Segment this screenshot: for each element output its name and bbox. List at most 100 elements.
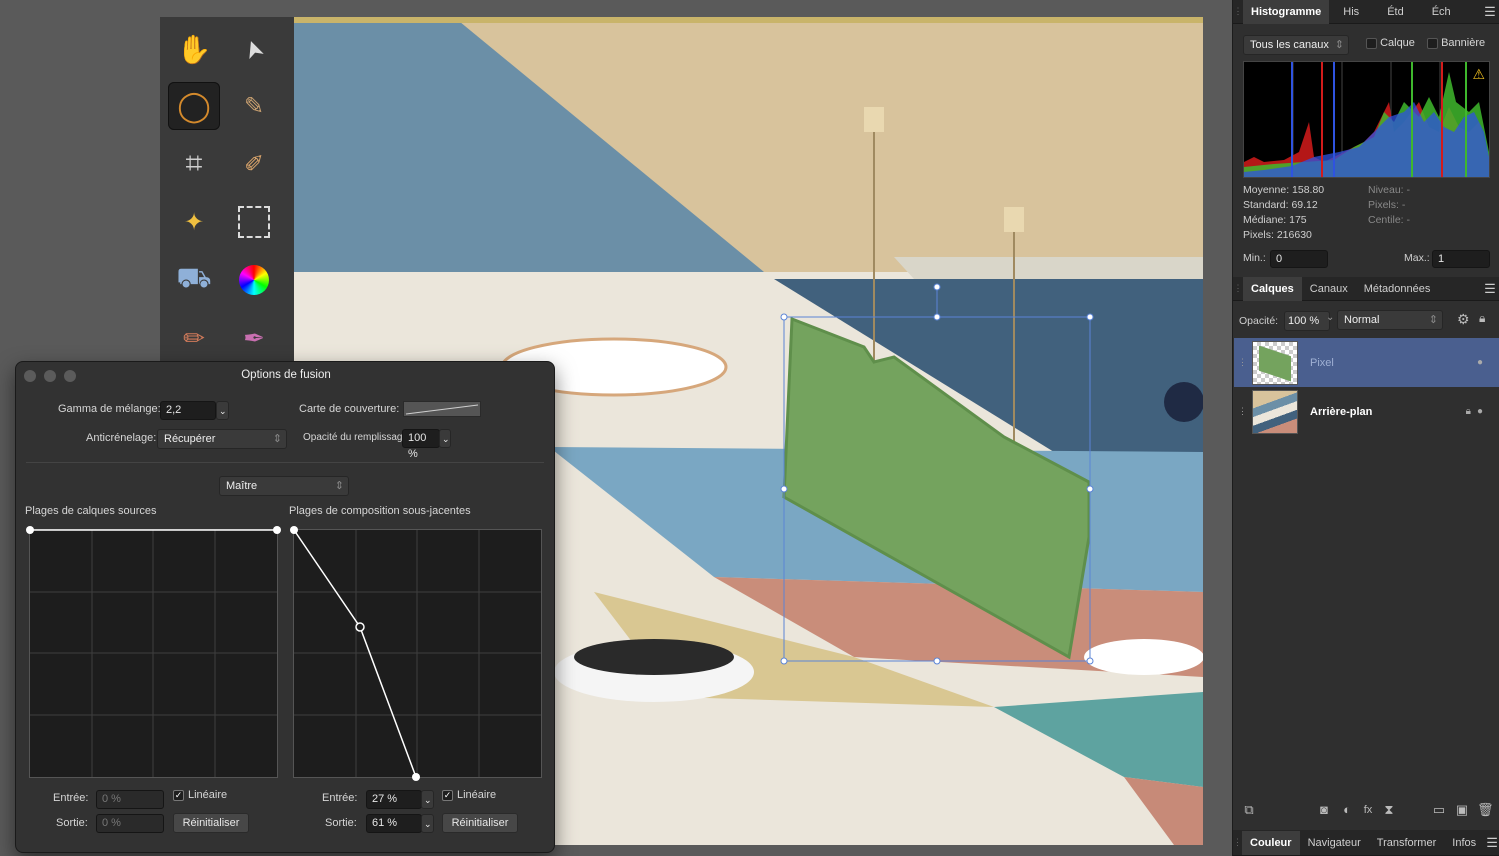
tab-color[interactable]: Couleur (1242, 830, 1300, 855)
layer-name[interactable]: Pixel (1310, 357, 1334, 369)
brush-tool[interactable]: ✏ (168, 314, 220, 362)
min-input[interactable]: 0 (1270, 250, 1328, 268)
tab-navigator[interactable]: Navigateur (1300, 831, 1369, 855)
gamma-input[interactable]: 2,2 (160, 401, 216, 420)
hourglass-icon[interactable]: ⧗ (1381, 802, 1397, 818)
visibility-dot-icon[interactable]: ● (1477, 357, 1483, 368)
right-reset-button[interactable]: Réinitialiser (442, 813, 518, 833)
paint-brush-icon: ✐ (243, 150, 265, 178)
tab-transform[interactable]: Transformer (1369, 831, 1445, 855)
marquee-tool[interactable] (228, 198, 280, 246)
tab-ech[interactable]: Éch (1418, 0, 1465, 24)
tab-metadata[interactable]: Métadonnées (1356, 277, 1439, 301)
underlying-ranges-label: Plages de composition sous-jacentes (289, 505, 471, 517)
left-linear-checkbox[interactable]: ✓ (173, 790, 184, 801)
curve-node[interactable] (412, 773, 420, 781)
fill-opacity-input[interactable]: 100 % (402, 429, 440, 460)
panel-menu-icon[interactable]: ☰ (1484, 835, 1499, 851)
tab-layers[interactable]: Calques (1243, 276, 1302, 301)
right-linear-checkbox[interactable]: ✓ (442, 790, 453, 801)
stat-pixels: Pixels: 216630 (1243, 229, 1312, 241)
underlying-ranges-graph[interactable] (290, 526, 542, 781)
selection-brush-icon: ✒ (243, 322, 265, 353)
coverage-map-button[interactable] (403, 401, 481, 417)
hand-tool-icon: ✋ (176, 33, 212, 65)
grip-icon[interactable]: ⋮ (1233, 831, 1242, 855)
magic-wand-icon: ✦ (183, 208, 205, 236)
mask-icon[interactable]: ◙ (1316, 802, 1332, 818)
layers-stack-icon[interactable]: ⧉ (1241, 802, 1257, 818)
lasso-tool[interactable]: ◯ (168, 82, 220, 130)
left-linear-label: Linéaire (188, 789, 228, 801)
gamma-dropdown[interactable]: ⌄ (216, 401, 229, 420)
channel-dropdown[interactable]: Tous les canaux ⇕ (1243, 35, 1349, 55)
curve-node[interactable] (26, 526, 34, 534)
selection-brush-tool[interactable]: ✒ (228, 314, 280, 362)
right-input-dropdown[interactable]: ⌄ (421, 790, 434, 809)
curve-node[interactable] (273, 526, 281, 534)
layer-checkbox[interactable]: Calque (1366, 37, 1415, 49)
banner-checkbox[interactable]: Bannière (1427, 37, 1485, 49)
panel-menu-icon[interactable]: ☰ (1480, 281, 1499, 297)
source-ranges-graph[interactable] (26, 526, 281, 778)
layer-name[interactable]: Arrière-plan (1310, 406, 1372, 418)
folder-icon[interactable]: ▭ (1431, 802, 1447, 818)
chevron-down-icon[interactable]: ⌄ (1326, 312, 1334, 323)
antialias-dropdown[interactable]: Récupérer ⇕ (157, 429, 287, 449)
divider (26, 462, 544, 463)
curve-node-selected[interactable] (355, 622, 365, 632)
crop-tool[interactable]: ⌗ (168, 140, 220, 188)
crop-tool-icon: ⌗ (185, 147, 203, 180)
opacity-label: Opacité: (1239, 315, 1279, 327)
add-layer-icon[interactable]: ▣ (1454, 802, 1470, 818)
color-wheel-tool[interactable] (228, 256, 280, 304)
left-output-label: Sortie: (56, 817, 88, 829)
magic-wand-tool[interactable]: ✦ (168, 198, 220, 246)
adjustment-icon[interactable]: ◐ (1339, 802, 1355, 818)
move-tool[interactable]: ➤ (228, 25, 280, 73)
tab-channels[interactable]: Canaux (1302, 277, 1356, 301)
channel-master-dropdown[interactable]: Maître ⇕ (219, 476, 349, 496)
gear-icon[interactable]: ⚙ (1457, 311, 1470, 328)
trash-icon[interactable]: 🗑︎ (1477, 802, 1494, 818)
tab-info[interactable]: Infos (1444, 831, 1484, 855)
grip-icon[interactable]: ⋮ (1233, 0, 1243, 24)
fill-tool[interactable]: ⛟ (168, 256, 220, 304)
max-input[interactable]: 1 (1432, 250, 1490, 268)
drag-handle-icon[interactable]: ⋮ (1238, 406, 1247, 417)
tab-his[interactable]: His (1329, 0, 1373, 24)
tab-histogram[interactable]: Histogramme (1243, 0, 1330, 24)
right-input-label: Entrée: (322, 792, 358, 804)
layer-row-background[interactable]: ⋮ Arrière-plan 🔒︎ ● (1234, 387, 1499, 436)
right-output-label: Sortie: (325, 817, 357, 829)
drag-handle-icon[interactable]: ⋮ (1238, 357, 1247, 368)
panel-menu-icon[interactable]: ☰ (1480, 4, 1499, 20)
hand-tool[interactable]: ✋ (168, 25, 220, 73)
right-output-dropdown[interactable]: ⌄ (421, 814, 434, 833)
lock-icon[interactable]: 🔒︎ (1466, 406, 1471, 417)
left-input-field[interactable]: 0 % (96, 790, 164, 809)
stat-mean: Moyenne: 158.80 (1243, 184, 1325, 196)
layer-checkbox-box[interactable] (1366, 37, 1377, 49)
opacity-input[interactable]: 100 % (1284, 311, 1330, 331)
tab-etd[interactable]: Étd (1373, 0, 1418, 24)
bottom-tabs: ⋮ Couleur Navigateur Transformer Infos ☰ (1233, 830, 1499, 856)
chevron-updown-icon: ⇕ (334, 480, 344, 492)
right-panel: ⋮ Histogramme His Étd Éch ☰ Tous les can… (1232, 0, 1499, 856)
visibility-dot-icon[interactable]: ● (1477, 406, 1483, 417)
banner-checkbox-box[interactable] (1427, 37, 1438, 49)
left-reset-button[interactable]: Réinitialiser (173, 813, 249, 833)
right-output-field[interactable]: 61 % (366, 814, 422, 833)
layer-row-pixel[interactable]: ⋮ Pixel ● (1234, 338, 1499, 387)
fill-opacity-dropdown[interactable]: ⌄ (439, 429, 451, 448)
color-picker-tool[interactable]: ✎ (228, 82, 280, 130)
right-input-field[interactable]: 27 % (366, 790, 422, 809)
fx-icon[interactable]: fx (1360, 802, 1376, 818)
left-output-field[interactable]: 0 % (96, 814, 164, 833)
curve-node[interactable] (290, 526, 298, 534)
lock-icon[interactable]: 🔒︎ (1479, 311, 1485, 326)
paint-brush-tool[interactable]: ✐ (228, 140, 280, 188)
blend-mode-dropdown[interactable]: Normal ⇕ (1337, 310, 1443, 330)
grip-icon[interactable]: ⋮ (1233, 277, 1243, 301)
stat-level: Niveau: - (1368, 184, 1411, 196)
